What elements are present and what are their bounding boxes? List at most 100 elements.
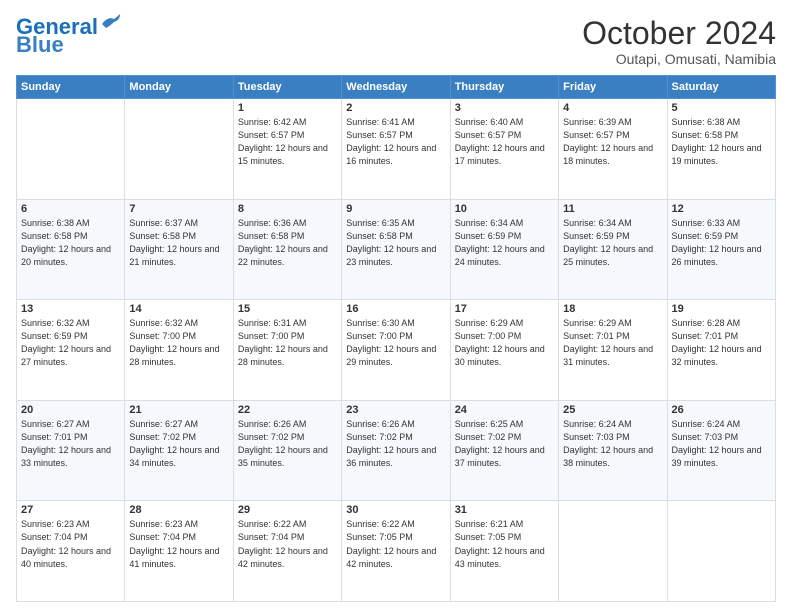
calendar-cell: 2Sunrise: 6:41 AM Sunset: 6:57 PM Daylig… — [342, 99, 450, 200]
day-number: 8 — [238, 203, 337, 215]
month-title: October 2024 — [582, 16, 776, 51]
day-number: 22 — [238, 404, 337, 416]
calendar-cell: 14 Sunrise: 6:32 AM Sunset: 7:00 PM Dayli… — [125, 300, 233, 401]
cell-info: Sunrise: 6:24 AM Sunset: 7:03 PM Dayligh… — [672, 418, 771, 470]
day-number: 26 — [672, 404, 771, 416]
cell-info: Sunrise: 6:42 AM Sunset: 6:57 PM Dayligh… — [238, 116, 337, 168]
logo: General Blue — [16, 16, 122, 56]
day-number: 7 — [129, 203, 228, 215]
calendar-cell: 5Sunrise: 6:38 AM Sunset: 6:58 PM Daylig… — [667, 99, 775, 200]
cell-info: Sunrise: 6:29 AM Sunset: 7:01 PM Dayligh… — [563, 317, 662, 369]
calendar-week-4: 20 Sunrise: 6:27 AM Sunset: 7:01 PM Dayli… — [17, 400, 776, 501]
calendar-cell: 1 Sunrise: 6:42 AM Sunset: 6:57 PM Daylig… — [233, 99, 341, 200]
cell-info: Sunrise: 6:23 AM Sunset: 7:04 PM Dayligh… — [21, 518, 120, 570]
day-number: 19 — [672, 303, 771, 315]
calendar-header-saturday: Saturday — [667, 76, 775, 99]
cell-info: Sunrise: 6:27 AM Sunset: 7:02 PM Dayligh… — [129, 418, 228, 470]
day-number: 9 — [346, 203, 445, 215]
cell-info: Sunrise: 6:28 AM Sunset: 7:01 PM Dayligh… — [672, 317, 771, 369]
calendar-cell: 29 Sunrise: 6:22 AM Sunset: 7:04 PM Dayli… — [233, 501, 341, 602]
day-number: 25 — [563, 404, 662, 416]
day-number: 3 — [455, 102, 554, 114]
calendar-cell: 22Sunrise: 6:26 AM Sunset: 7:02 PM Dayli… — [233, 400, 341, 501]
calendar-header-sunday: Sunday — [17, 76, 125, 99]
cell-info: Sunrise: 6:22 AM Sunset: 7:04 PM Dayligh… — [238, 518, 337, 570]
day-number: 24 — [455, 404, 554, 416]
cell-info: Sunrise: 6:32 AM Sunset: 7:00 PM Dayligh… — [129, 317, 228, 369]
day-number: 11 — [563, 203, 662, 215]
calendar-cell: 16 Sunrise: 6:30 AM Sunset: 7:00 PM Dayli… — [342, 300, 450, 401]
day-number: 23 — [346, 404, 445, 416]
day-number: 17 — [455, 303, 554, 315]
calendar-cell: 3 Sunrise: 6:40 AM Sunset: 6:57 PM Daylig… — [450, 99, 558, 200]
cell-info: Sunrise: 6:40 AM Sunset: 6:57 PM Dayligh… — [455, 116, 554, 168]
cell-info: Sunrise: 6:39 AM Sunset: 6:57 PM Dayligh… — [563, 116, 662, 168]
calendar-cell — [667, 501, 775, 602]
day-number: 27 — [21, 504, 120, 516]
logo-bird-icon — [100, 14, 122, 32]
day-number: 29 — [238, 504, 337, 516]
calendar-cell: 23 Sunrise: 6:26 AM Sunset: 7:02 PM Dayli… — [342, 400, 450, 501]
cell-info: Sunrise: 6:22 AM Sunset: 7:05 PM Dayligh… — [346, 518, 445, 570]
calendar-week-1: 1 Sunrise: 6:42 AM Sunset: 6:57 PM Daylig… — [17, 99, 776, 200]
calendar-header-friday: Friday — [559, 76, 667, 99]
day-number: 1 — [238, 102, 337, 114]
calendar-cell: 31 Sunrise: 6:21 AM Sunset: 7:05 PM Dayli… — [450, 501, 558, 602]
calendar-header-tuesday: Tuesday — [233, 76, 341, 99]
cell-info: Sunrise: 6:29 AM Sunset: 7:00 PM Dayligh… — [455, 317, 554, 369]
day-number: 4 — [563, 102, 662, 114]
calendar-table: SundayMondayTuesdayWednesdayThursdayFrid… — [16, 75, 776, 602]
cell-info: Sunrise: 6:36 AM Sunset: 6:58 PM Dayligh… — [238, 217, 337, 269]
calendar-cell: 4 Sunrise: 6:39 AM Sunset: 6:57 PM Daylig… — [559, 99, 667, 200]
calendar-week-2: 6 Sunrise: 6:38 AM Sunset: 6:58 PM Daylig… — [17, 199, 776, 300]
day-number: 12 — [672, 203, 771, 215]
cell-info: Sunrise: 6:34 AM Sunset: 6:59 PM Dayligh… — [563, 217, 662, 269]
cell-info: Sunrise: 6:25 AM Sunset: 7:02 PM Dayligh… — [455, 418, 554, 470]
calendar-cell: 9 Sunrise: 6:35 AM Sunset: 6:58 PM Daylig… — [342, 199, 450, 300]
page: General Blue October 2024 Outapi, Omusat… — [0, 0, 792, 612]
cell-info: Sunrise: 6:31 AM Sunset: 7:00 PM Dayligh… — [238, 317, 337, 369]
day-number: 10 — [455, 203, 554, 215]
cell-info: Sunrise: 6:33 AM Sunset: 6:59 PM Dayligh… — [672, 217, 771, 269]
day-number: 14 — [129, 303, 228, 315]
day-number: 28 — [129, 504, 228, 516]
day-number: 21 — [129, 404, 228, 416]
calendar-cell: 11 Sunrise: 6:34 AM Sunset: 6:59 PM Dayli… — [559, 199, 667, 300]
day-number: 31 — [455, 504, 554, 516]
header: General Blue October 2024 Outapi, Omusat… — [16, 16, 776, 67]
cell-info: Sunrise: 6:27 AM Sunset: 7:01 PM Dayligh… — [21, 418, 120, 470]
calendar-week-3: 13 Sunrise: 6:32 AM Sunset: 6:59 PM Dayli… — [17, 300, 776, 401]
calendar-header-monday: Monday — [125, 76, 233, 99]
calendar-cell — [559, 501, 667, 602]
cell-info: Sunrise: 6:38 AM Sunset: 6:58 PM Dayligh… — [21, 217, 120, 269]
cell-info: Sunrise: 6:37 AM Sunset: 6:58 PM Dayligh… — [129, 217, 228, 269]
day-number: 18 — [563, 303, 662, 315]
day-number: 2 — [346, 102, 445, 114]
calendar-cell: 15Sunrise: 6:31 AM Sunset: 7:00 PM Dayli… — [233, 300, 341, 401]
day-number: 13 — [21, 303, 120, 315]
calendar-cell — [125, 99, 233, 200]
cell-info: Sunrise: 6:21 AM Sunset: 7:05 PM Dayligh… — [455, 518, 554, 570]
day-number: 16 — [346, 303, 445, 315]
calendar-cell: 19 Sunrise: 6:28 AM Sunset: 7:01 PM Dayli… — [667, 300, 775, 401]
calendar-cell: 7 Sunrise: 6:37 AM Sunset: 6:58 PM Daylig… — [125, 199, 233, 300]
calendar-cell: 25Sunrise: 6:24 AM Sunset: 7:03 PM Dayli… — [559, 400, 667, 501]
calendar-header-row: SundayMondayTuesdayWednesdayThursdayFrid… — [17, 76, 776, 99]
cell-info: Sunrise: 6:38 AM Sunset: 6:58 PM Dayligh… — [672, 116, 771, 168]
calendar-cell: 12 Sunrise: 6:33 AM Sunset: 6:59 PM Dayli… — [667, 199, 775, 300]
cell-info: Sunrise: 6:34 AM Sunset: 6:59 PM Dayligh… — [455, 217, 554, 269]
calendar-week-5: 27 Sunrise: 6:23 AM Sunset: 7:04 PM Dayli… — [17, 501, 776, 602]
cell-info: Sunrise: 6:30 AM Sunset: 7:00 PM Dayligh… — [346, 317, 445, 369]
cell-info: Sunrise: 6:32 AM Sunset: 6:59 PM Dayligh… — [21, 317, 120, 369]
location: Outapi, Omusati, Namibia — [582, 51, 776, 67]
calendar-cell: 30Sunrise: 6:22 AM Sunset: 7:05 PM Dayli… — [342, 501, 450, 602]
day-number: 6 — [21, 203, 120, 215]
calendar-cell — [17, 99, 125, 200]
cell-info: Sunrise: 6:26 AM Sunset: 7:02 PM Dayligh… — [346, 418, 445, 470]
day-number: 20 — [21, 404, 120, 416]
calendar-cell: 10 Sunrise: 6:34 AM Sunset: 6:59 PM Dayli… — [450, 199, 558, 300]
calendar-header-wednesday: Wednesday — [342, 76, 450, 99]
cell-info: Sunrise: 6:35 AM Sunset: 6:58 PM Dayligh… — [346, 217, 445, 269]
calendar-cell: 17 Sunrise: 6:29 AM Sunset: 7:00 PM Dayli… — [450, 300, 558, 401]
logo-blue: Blue — [16, 34, 64, 56]
